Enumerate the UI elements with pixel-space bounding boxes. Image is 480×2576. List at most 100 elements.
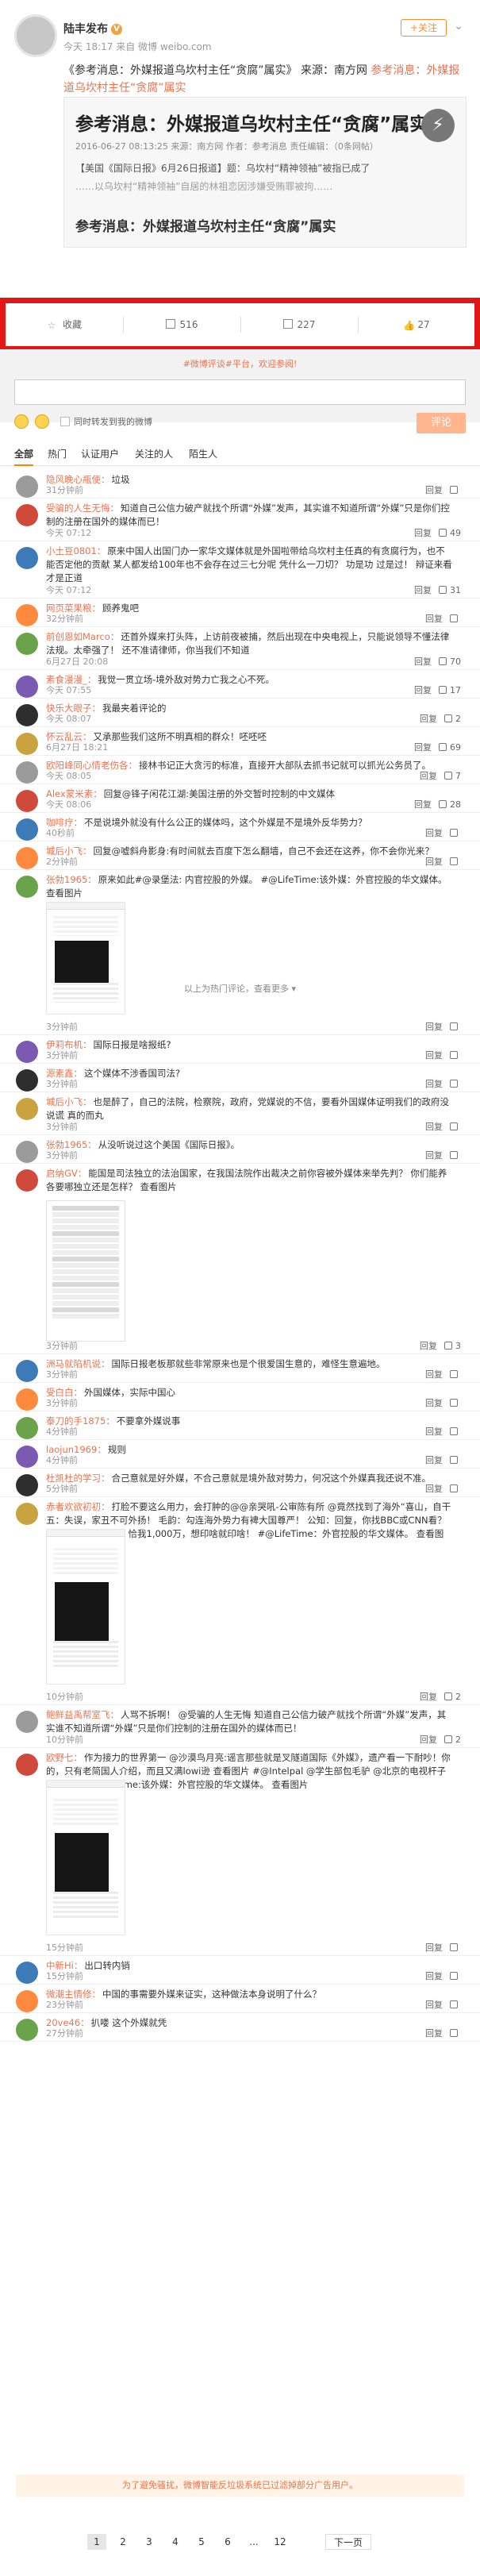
commenter-avatar[interactable]: [16, 1962, 38, 1984]
favorite-button[interactable]: ☆ 收藏: [6, 303, 123, 346]
reply-link[interactable]: 回复: [420, 1341, 437, 1351]
commenter-avatar[interactable]: [16, 633, 38, 655]
like-icon[interactable]: [439, 586, 447, 594]
reply-link[interactable]: 回复: [414, 585, 432, 595]
attached-image-thumbnail[interactable]: [46, 1780, 125, 1935]
page-button[interactable]: 1: [87, 2534, 106, 2550]
commenter-name[interactable]: 前创恩如Marco：: [46, 631, 119, 642]
like-icon[interactable]: [450, 1051, 458, 1059]
like-icon[interactable]: [450, 614, 458, 622]
commenter-avatar[interactable]: [16, 1711, 38, 1733]
like-icon[interactable]: [450, 1151, 458, 1159]
commenter-name[interactable]: 受骗的人生无悔：: [46, 502, 119, 514]
reply-link[interactable]: 回复: [425, 1150, 443, 1161]
like-icon[interactable]: [450, 1972, 458, 1980]
reply-link[interactable]: 回复: [425, 1943, 443, 1953]
tab-strangers[interactable]: 陌生人: [189, 447, 217, 460]
reply-link[interactable]: 回复: [414, 528, 432, 538]
reply-link[interactable]: 回复: [425, 857, 443, 867]
commenter-avatar[interactable]: [16, 1990, 38, 2012]
page-button[interactable]: 2: [113, 2534, 132, 2550]
page-button[interactable]: 5: [192, 2534, 211, 2550]
like-icon[interactable]: [450, 2000, 458, 2008]
author-avatar[interactable]: [14, 14, 57, 57]
follow-button[interactable]: +关注: [401, 19, 447, 37]
commenter-avatar[interactable]: [16, 1098, 38, 1120]
repost-checkbox[interactable]: [60, 417, 70, 426]
commenter-name[interactable]: 鲍鲜益禹帮室飞：: [46, 1709, 119, 1720]
commenter-avatar[interactable]: [16, 733, 38, 755]
reply-link[interactable]: 回复: [425, 2028, 443, 2039]
reply-link[interactable]: 回复: [414, 799, 432, 810]
reply-link[interactable]: 回复: [420, 1735, 437, 1745]
like-icon[interactable]: [450, 1943, 458, 1951]
image-icon[interactable]: [35, 414, 49, 429]
commenter-avatar[interactable]: [16, 1446, 38, 1468]
reply-link[interactable]: 回复: [425, 1079, 443, 1089]
like-icon[interactable]: [444, 772, 452, 780]
reply-link[interactable]: 回复: [425, 2000, 443, 2010]
reply-link[interactable]: 回复: [425, 485, 443, 495]
commenter-name[interactable]: 启纳GV：: [46, 1168, 86, 1179]
like-icon[interactable]: [439, 800, 447, 808]
commenter-name[interactable]: 小土豆0801：: [46, 545, 106, 556]
commenter-avatar[interactable]: [16, 1474, 38, 1496]
page-button[interactable]: 3: [140, 2534, 159, 2550]
tab-all[interactable]: 全部: [14, 447, 34, 466]
reply-link[interactable]: 回复: [425, 1484, 443, 1494]
commenter-avatar[interactable]: [16, 761, 38, 784]
like-icon[interactable]: [439, 657, 447, 665]
commenter-avatar[interactable]: [16, 704, 38, 726]
reply-link[interactable]: 回复: [420, 714, 437, 724]
reply-link[interactable]: 回复: [425, 614, 443, 624]
like-icon[interactable]: [444, 1342, 452, 1350]
commenter-avatar[interactable]: [16, 818, 38, 841]
commenter-avatar[interactable]: [16, 1503, 38, 1525]
comment-submit-button[interactable]: 评论: [417, 413, 466, 433]
tab-verified[interactable]: 认证用户: [81, 447, 119, 460]
commenter-avatar[interactable]: [16, 2019, 38, 2041]
commenter-avatar[interactable]: [16, 604, 38, 626]
like-icon[interactable]: [450, 1370, 458, 1378]
commenter-avatar[interactable]: [16, 1388, 38, 1411]
comment-count-button[interactable]: 227: [240, 303, 358, 346]
like-icon[interactable]: [450, 1484, 458, 1492]
like-icon[interactable]: [439, 743, 447, 751]
like-icon[interactable]: [450, 486, 458, 494]
reply-link[interactable]: 回复: [425, 828, 443, 838]
commenter-name[interactable]: 欧野七：: [46, 1752, 83, 1763]
commenter-avatar[interactable]: [16, 504, 38, 526]
like-icon[interactable]: [450, 1456, 458, 1464]
page-button[interactable]: 6: [218, 2534, 237, 2550]
reply-link[interactable]: 回复: [414, 685, 432, 695]
commenter-avatar[interactable]: [16, 876, 38, 898]
reply-link[interactable]: 回复: [420, 1692, 437, 1702]
commenter-avatar[interactable]: [16, 676, 38, 698]
page-button[interactable]: 12: [271, 2534, 290, 2550]
linked-article-card[interactable]: 参考消息：外媒报道乌坎村主任“贪腐”属实 2016-06-27 08:13:25…: [63, 97, 467, 248]
like-icon[interactable]: [439, 686, 447, 694]
like-icon[interactable]: [450, 1427, 458, 1435]
like-icon[interactable]: [450, 1122, 458, 1130]
commenter-avatar[interactable]: [16, 547, 38, 569]
like-button[interactable]: 👍 27: [358, 303, 475, 346]
more-icon[interactable]: ⌄: [451, 19, 466, 33]
like-icon[interactable]: [450, 857, 458, 865]
reply-link[interactable]: 回复: [425, 1122, 443, 1132]
reply-link[interactable]: 回复: [425, 1398, 443, 1408]
reply-link[interactable]: 回复: [425, 1455, 443, 1465]
comment-input[interactable]: [14, 379, 466, 405]
like-icon[interactable]: [444, 1735, 452, 1743]
emoji-icon[interactable]: [14, 414, 29, 429]
commenter-avatar[interactable]: [16, 1141, 38, 1163]
attached-image-thumbnail[interactable]: [46, 1529, 125, 1685]
commenter-avatar[interactable]: [16, 1754, 38, 1776]
commenter-avatar[interactable]: [16, 476, 38, 498]
next-page-button[interactable]: 下一页: [325, 2534, 371, 2550]
reply-link[interactable]: 回复: [420, 771, 437, 781]
repost-button[interactable]: 516: [123, 303, 240, 346]
author-name[interactable]: 陆丰发布 V: [63, 21, 122, 37]
like-icon[interactable]: [439, 529, 447, 537]
reply-link[interactable]: 回复: [425, 1971, 443, 1981]
commenter-avatar[interactable]: [16, 1417, 38, 1439]
